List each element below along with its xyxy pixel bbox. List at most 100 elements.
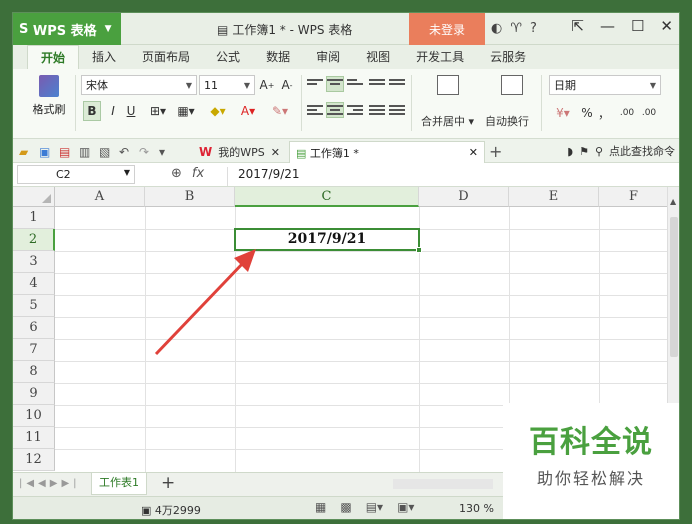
row-header-10[interactable]: 10 — [13, 405, 55, 427]
name-box[interactable]: C2 ▼ — [17, 165, 135, 184]
thousands-button[interactable]: ， — [597, 103, 611, 123]
clear-format-button[interactable]: ✎▾ — [267, 101, 293, 121]
preview-icon[interactable]: ▧ — [99, 145, 111, 159]
minimize-icon[interactable]: — — [600, 17, 615, 35]
currency-button[interactable]: ¥▾ — [551, 103, 575, 123]
export-pdf-icon[interactable]: ▤ — [59, 145, 71, 159]
page-layout-view-icon[interactable]: ▩ — [340, 500, 351, 514]
tab-insert[interactable]: 插入 — [79, 45, 129, 69]
align-middle-icon[interactable] — [326, 76, 344, 92]
sheet-nav-arrows[interactable]: |◀◀▶▶| — [19, 478, 81, 489]
row-header-4[interactable]: 4 — [13, 273, 55, 295]
decimal-decrease-button[interactable]: .00 — [639, 103, 659, 123]
flag-icon[interactable]: ⚑ — [579, 145, 589, 158]
column-header-c[interactable]: C — [235, 187, 419, 207]
save-icon[interactable]: ▣ — [39, 145, 51, 159]
align-center-icon[interactable] — [326, 102, 344, 118]
tab-developer[interactable]: 开发工具 — [403, 45, 477, 69]
horizontal-scrollbar[interactable] — [393, 479, 493, 489]
align-bottom-icon[interactable] — [347, 77, 363, 91]
command-search[interactable]: ◗ ⚑ ⚲ 点此查找命令 — [567, 143, 675, 159]
row-header-11[interactable]: 11 — [13, 427, 55, 449]
row-header-8[interactable]: 8 — [13, 361, 55, 383]
tab-cloud[interactable]: 云服务 — [477, 45, 539, 69]
normal-view-icon[interactable]: ▦ — [315, 500, 326, 514]
sheet-tab-1[interactable]: 工作表1 — [91, 473, 147, 495]
underline-button[interactable]: U — [123, 101, 139, 121]
undo-icon[interactable]: ↶ — [119, 145, 131, 159]
scroll-up-icon[interactable]: ▲ — [670, 197, 676, 206]
justify-icon[interactable] — [369, 103, 385, 117]
close-icon[interactable]: ✕ — [469, 146, 478, 159]
column-header-b[interactable]: B — [145, 187, 235, 207]
bold-button[interactable]: B — [83, 101, 101, 121]
border-button[interactable]: ⊞▾ — [145, 101, 171, 121]
indent-increase-icon[interactable] — [389, 77, 405, 91]
row-header-7[interactable]: 7 — [13, 339, 55, 361]
cell-style-button[interactable]: ▦▾ — [173, 101, 199, 121]
redo-icon[interactable]: ↷ — [139, 145, 151, 159]
percent-button[interactable]: % — [579, 103, 595, 123]
zoom-icon[interactable]: ⊕ — [171, 166, 182, 181]
help-icon[interactable]: ? — [530, 21, 537, 36]
number-format-select[interactable]: 日期 ▼ — [549, 75, 661, 95]
font-color-button[interactable]: A▾ — [235, 101, 261, 121]
tab-my-wps[interactable]: W 我的WPS ✕ — [193, 141, 286, 163]
row-header-6[interactable]: 6 — [13, 317, 55, 339]
tab-formula[interactable]: 公式 — [203, 45, 253, 69]
align-top-icon[interactable] — [307, 77, 323, 91]
font-size-select[interactable]: 11 ▼ — [199, 75, 255, 95]
row-header-1[interactable]: 1 — [13, 207, 55, 229]
column-header-e[interactable]: E — [509, 187, 599, 207]
tab-data[interactable]: 数据 — [253, 45, 303, 69]
close-icon[interactable]: ✕ — [271, 146, 280, 159]
tab-review[interactable]: 审阅 — [303, 45, 353, 69]
tab-home[interactable]: 开始 — [27, 45, 80, 69]
open-icon[interactable]: ▰ — [19, 145, 31, 159]
formula-input[interactable]: 2017/9/21 — [227, 167, 677, 186]
tab-page-layout[interactable]: 页面布局 — [129, 45, 203, 69]
shirt-icon[interactable]: ♈ — [510, 21, 522, 36]
row-header-9[interactable]: 9 — [13, 383, 55, 405]
merge-center-button[interactable]: 合并居中 ▾ — [421, 113, 474, 129]
zoom-level[interactable]: 130 % — [459, 502, 494, 515]
column-header-d[interactable]: D — [419, 187, 509, 207]
tab-view[interactable]: 视图 — [353, 45, 403, 69]
customize-icon[interactable]: ▾ — [159, 145, 171, 159]
column-header-f[interactable]: F — [599, 187, 669, 207]
row-header-5[interactable]: 5 — [13, 295, 55, 317]
restore-icon[interactable]: ⇱ — [571, 17, 584, 35]
fx-icon[interactable]: fx — [192, 166, 204, 181]
align-left-icon[interactable] — [307, 103, 323, 117]
skin-icon[interactable]: ◐ — [491, 21, 502, 36]
decimal-increase-button[interactable]: .00 — [617, 103, 637, 123]
fill-handle[interactable] — [416, 247, 422, 253]
select-all-button[interactable] — [13, 187, 55, 207]
row-header-3[interactable]: 3 — [13, 251, 55, 273]
fill-color-button[interactable]: ◆▾ — [205, 101, 231, 121]
distribute-icon[interactable] — [389, 103, 405, 117]
tab-workbook[interactable]: ▤ 工作簿1 * ✕ — [289, 141, 485, 163]
maximize-icon[interactable]: ☐ — [631, 17, 644, 35]
active-cell-c2[interactable]: 2017/9/21 — [234, 228, 422, 253]
new-tab-button[interactable]: + — [489, 142, 502, 161]
close-icon[interactable]: ✕ — [660, 17, 673, 35]
login-button[interactable]: 未登录 — [409, 13, 485, 45]
page-break-view-icon[interactable]: ▤▾ — [366, 500, 383, 514]
format-painter-button[interactable]: 格式刷 — [27, 75, 71, 117]
add-sheet-button[interactable]: + — [161, 473, 175, 493]
row-header-2[interactable]: 2 — [13, 229, 55, 251]
reading-view-icon[interactable]: ▣▾ — [397, 500, 414, 514]
font-grow-button[interactable]: A + — [259, 75, 275, 95]
scroll-thumb[interactable] — [670, 217, 678, 357]
bookmark-icon[interactable]: ◗ — [567, 145, 573, 158]
font-shrink-button[interactable]: A- — [279, 75, 295, 95]
app-menu-button[interactable]: S WPS 表格 ▼ — [13, 13, 121, 45]
indent-decrease-icon[interactable] — [369, 77, 385, 91]
print-icon[interactable]: ▥ — [79, 145, 91, 159]
align-right-icon[interactable] — [347, 103, 363, 117]
font-name-select[interactable]: 宋体 ▼ — [81, 75, 197, 95]
wrap-text-button[interactable]: 自动换行 — [485, 113, 529, 129]
row-header-12[interactable]: 12 — [13, 449, 55, 471]
column-header-a[interactable]: A — [55, 187, 145, 207]
